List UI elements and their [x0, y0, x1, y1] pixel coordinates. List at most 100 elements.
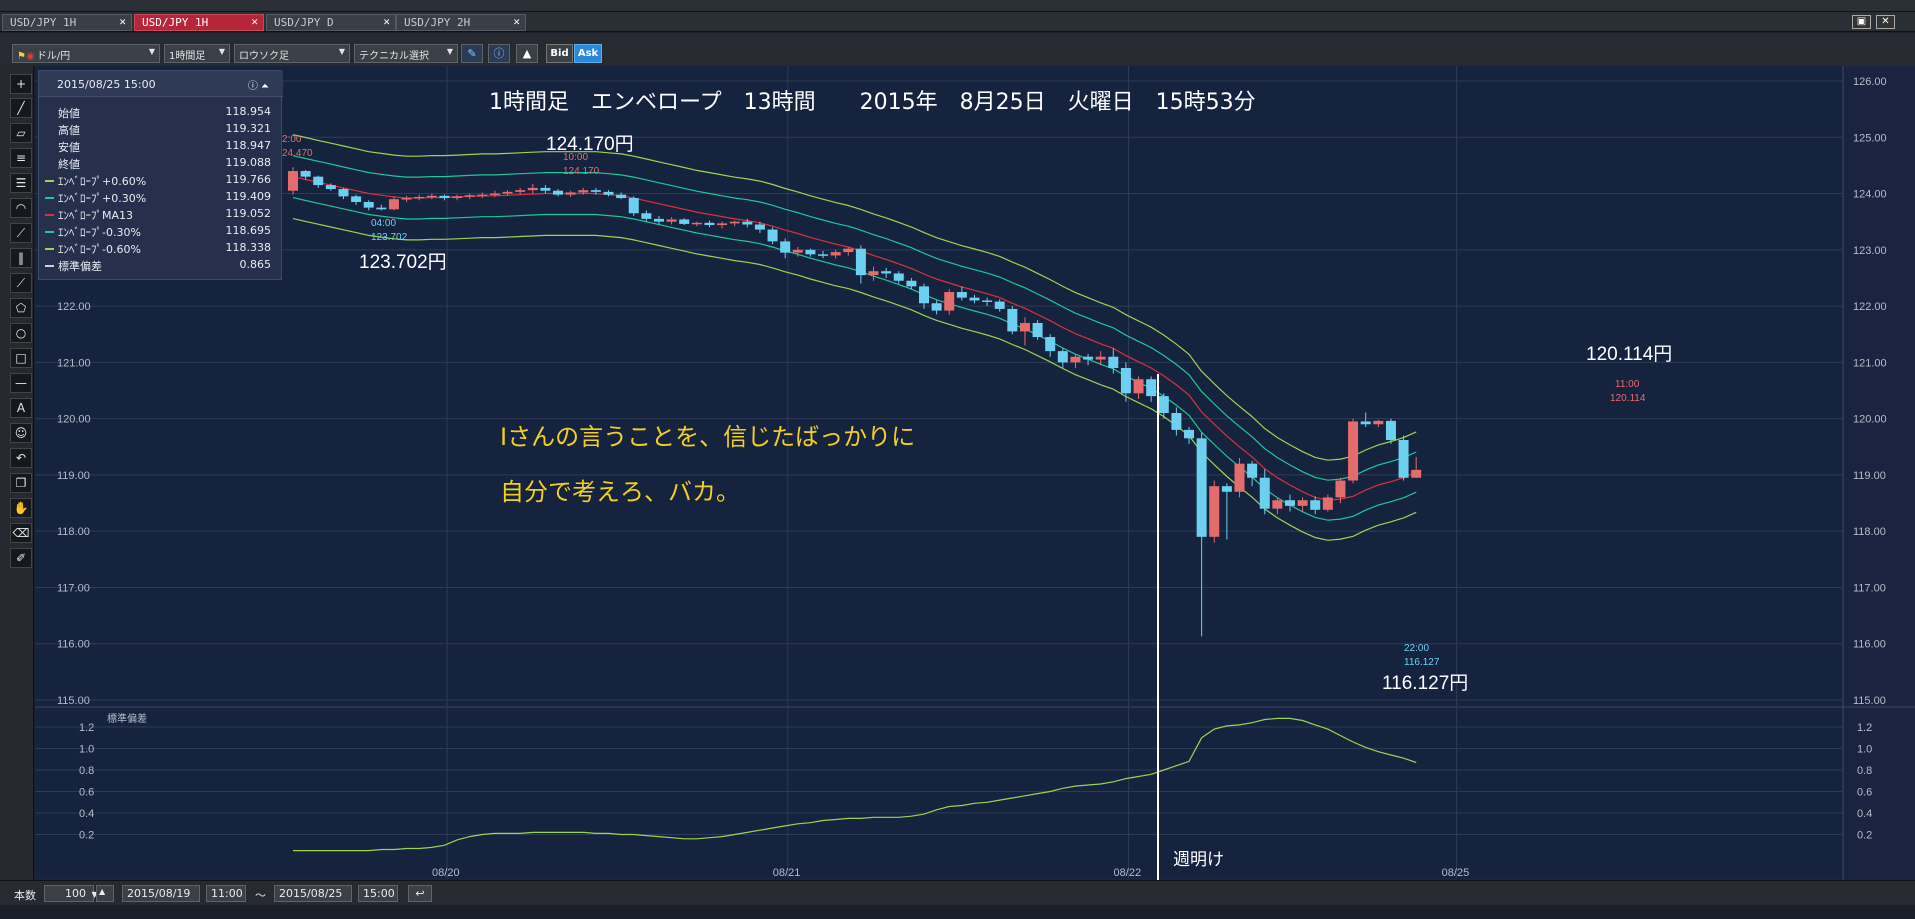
range-tilde: ～ — [255, 889, 266, 902]
to-date-field[interactable]: 2015/08/25 — [274, 885, 352, 902]
candle-up — [1070, 356, 1081, 363]
tab-label: USD/JPY 1H — [142, 16, 209, 29]
price-tick-label-right: 125.00 — [1853, 132, 1887, 144]
close-icon[interactable]: ✕ — [251, 15, 258, 28]
undo-icon[interactable]: ↶ — [10, 448, 32, 468]
candle-down — [1284, 500, 1295, 506]
chevron-down-icon: ▼ — [218, 47, 225, 56]
close-window-icon[interactable]: ✕ — [1876, 15, 1895, 29]
candle-down — [540, 187, 551, 191]
candle-up — [691, 222, 702, 225]
tab-label: USD/JPY 1H — [10, 16, 77, 29]
data-window-row: ｴﾝﾍﾞﾛｰﾌﾟ+0.30% 119.409 — [43, 190, 275, 205]
candle-up — [1335, 480, 1346, 498]
candle-down — [906, 280, 917, 287]
fan-icon[interactable]: ⟋ — [10, 223, 32, 243]
return-icon[interactable]: ↩ — [408, 885, 432, 902]
candle-down — [1184, 429, 1195, 439]
candle-down — [1045, 337, 1056, 352]
tab-usdjpy-2h[interactable]: USD/JPY 2H ✕ — [396, 14, 526, 31]
fib-icon[interactable]: ☰ — [10, 173, 32, 193]
candle-up — [527, 187, 538, 191]
text-icon[interactable]: A — [10, 398, 32, 418]
pentagon-icon[interactable]: ⬠ — [10, 298, 32, 318]
week-open-label: 週明け — [1173, 850, 1224, 870]
candle-down — [1032, 322, 1043, 338]
low1-mark-time: 04:00 — [371, 218, 396, 229]
close-icon[interactable]: ✕ — [119, 15, 126, 28]
time-tick-label: 08/25 — [1442, 867, 1470, 879]
price-tick-label-right: 126.00 — [1853, 76, 1887, 88]
data-window-label: 始値 — [58, 107, 80, 120]
low2-mark-time: 22:00 — [1404, 643, 1429, 654]
pair-select[interactable]: ⚑◉ ドル/円 ▼ — [12, 44, 160, 63]
tab-usdjpy-1h-active[interactable]: USD/JPY 1H ✕ — [134, 14, 264, 31]
candle-up — [1272, 500, 1283, 509]
candle-up — [868, 271, 879, 276]
hand-icon[interactable]: ✋ — [10, 498, 32, 518]
close-icon[interactable]: ✕ — [513, 15, 520, 28]
sub-pane — [35, 708, 1843, 878]
pen-icon[interactable]: ✎ — [461, 44, 483, 63]
candle-up — [515, 190, 526, 192]
copy-icon[interactable]: ❐ — [10, 473, 32, 493]
candle-down — [1259, 477, 1270, 509]
technical-select[interactable]: テクニカル選択 ▼ — [354, 44, 458, 63]
rectangle-icon[interactable]: □ — [10, 348, 32, 368]
candle-down — [1120, 367, 1131, 394]
count-up-button[interactable]: ▲ — [96, 885, 114, 902]
candle-up — [729, 221, 740, 224]
line-icon[interactable]: ╱ — [10, 98, 32, 118]
time-tick-label: 08/20 — [432, 867, 460, 879]
chart-kind-select[interactable]: ロウソク足 ▼ — [234, 44, 350, 63]
candle-down — [742, 221, 753, 225]
close-icon[interactable]: ✕ — [383, 15, 390, 28]
data-window: 2015/08/25 15:00 ⓘ ⏶ 始値 118.954 高値 119.321 安… — [38, 70, 283, 280]
candle-down — [439, 195, 450, 199]
candle-down — [893, 273, 904, 281]
area-chart-icon[interactable]: ▲ — [516, 44, 538, 63]
price-tick-label-right: 119.00 — [1853, 470, 1886, 482]
tab-usdjpy-d[interactable]: USD/JPY D ✕ — [266, 14, 396, 31]
ask-button[interactable]: Ask — [574, 44, 602, 63]
candle-down — [653, 218, 664, 222]
data-window-row: 標準偏差 0.865 — [43, 258, 275, 273]
ruler-icon[interactable]: ▱ — [10, 123, 32, 143]
candle-down — [805, 249, 816, 255]
crosshair-icon[interactable]: + — [10, 74, 32, 94]
maximize-icon[interactable]: ▣ — [1852, 15, 1871, 29]
candle-down — [1007, 308, 1018, 332]
circle-icon[interactable]: ○ — [10, 323, 32, 343]
from-date-field[interactable]: 2015/08/19 — [122, 885, 200, 902]
bid-button[interactable]: Bid — [546, 44, 573, 63]
partial-mark-value: 24.470 — [282, 148, 313, 159]
tab-usdjpy-1h-a[interactable]: USD/JPY 1H ✕ — [2, 14, 132, 31]
arc-icon[interactable]: ◠ — [10, 198, 32, 218]
gann-icon[interactable]: ⟋ — [10, 273, 32, 293]
to-time-field[interactable]: 15:00 — [358, 885, 398, 902]
data-window-row: ｴﾝﾍﾞﾛｰﾌﾟ-0.60% 118.338 — [43, 241, 275, 256]
sub-tick-label-left: 0.8 — [79, 765, 94, 777]
data-window-row: 終値 119.088 — [43, 156, 275, 171]
hlines-icon[interactable]: ≡ — [10, 148, 32, 168]
count-select[interactable]: 100 ▼ — [44, 885, 98, 902]
candle-down — [300, 171, 311, 177]
candle-down — [628, 198, 639, 214]
eraser-icon[interactable]: ⌫ — [10, 523, 32, 543]
smiley-icon[interactable]: ☺ — [10, 423, 32, 443]
timeframe-select[interactable]: 1時間足 ▼ — [164, 44, 230, 63]
chart-svg[interactable]: 126.00 125.00 124.00 123.00 122.00 122.00 121.… — [35, 66, 1915, 880]
tab-bar: USD/JPY 1H ✕ USD/JPY 1H ✕ USD/JPY D ✕ US… — [0, 12, 1915, 32]
low2-price-annotation: 116.127円 — [1382, 673, 1468, 694]
data-window-label: ｴﾝﾍﾞﾛｰﾌﾟ+0.60% — [58, 175, 147, 188]
info-collapse-icon[interactable]: ⓘ ⏶ — [248, 77, 269, 92]
from-time-field[interactable]: 11:00 — [206, 885, 246, 902]
eraser-all-icon[interactable]: ✐ — [10, 548, 32, 568]
vlines-icon[interactable]: ‖ — [10, 248, 32, 268]
data-window-label: 安値 — [58, 141, 80, 154]
hline-icon[interactable]: — — [10, 373, 32, 393]
candle-up — [1095, 356, 1106, 360]
chart-area[interactable]: 126.00 125.00 124.00 123.00 122.00 122.00 121.… — [35, 66, 1915, 880]
info-icon[interactable]: ⓘ — [488, 44, 510, 63]
low1-price-annotation: 123.702円 — [359, 252, 447, 273]
